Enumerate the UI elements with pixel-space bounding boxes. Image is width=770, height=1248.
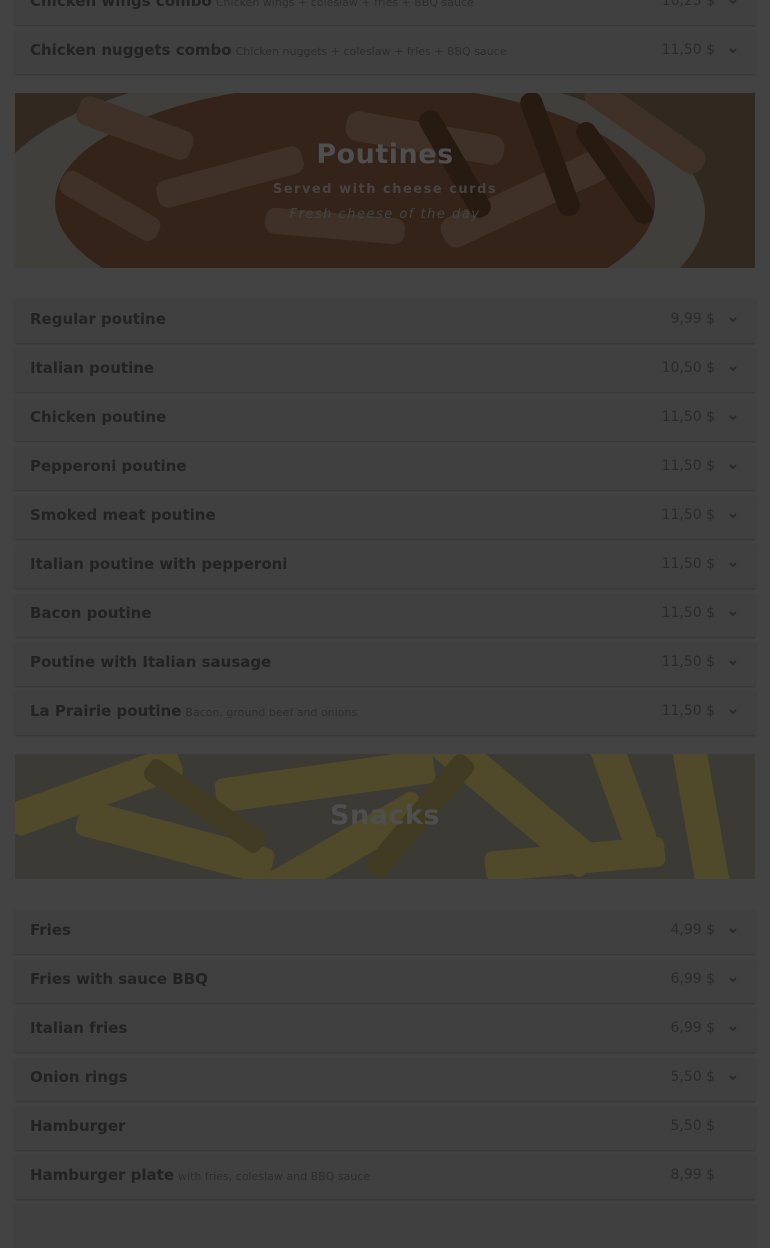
section-note: Fresh cheese of the day	[289, 207, 481, 222]
item-price: 6,99 $	[670, 971, 715, 987]
item-name: Smoked meat poutine	[30, 506, 216, 524]
menu-item-row[interactable]: Fries 4,99 $	[15, 910, 755, 954]
item-description: Bacon, ground beef and onions	[185, 706, 358, 719]
section-title: Poutines	[316, 139, 454, 170]
item-name: Pepperoni poutine	[30, 457, 187, 475]
item-price: 5,50 $	[670, 1069, 715, 1085]
chevron-down-icon[interactable]	[727, 1022, 739, 1034]
menu-item-row[interactable]: Regular poutine 9,99 $	[15, 299, 755, 343]
menu-item-row[interactable]: Fries with sauce BBQ 6,99 $	[15, 959, 755, 1003]
chevron-down-icon[interactable]	[727, 558, 739, 570]
menu-item-row[interactable]: Italian fries 6,99 $	[15, 1008, 755, 1052]
section-subtitle: Served with cheese curds	[272, 182, 498, 197]
menu-item-row[interactable]: La Prairie poutine Bacon, ground beef and…	[15, 691, 755, 735]
item-name: Regular poutine	[30, 310, 166, 328]
item-price: 11,50 $	[661, 703, 715, 719]
chevron-down-icon[interactable]	[727, 656, 739, 668]
item-price: 10,50 $	[661, 360, 715, 376]
chevron-down-icon[interactable]	[727, 411, 739, 423]
menu-item-row[interactable]: Chicken poutine 11,50 $	[15, 397, 755, 441]
item-description: with fries, coleslaw and BBQ sauce	[178, 1170, 371, 1183]
item-price: 6,99 $	[670, 1020, 715, 1036]
menu-item-row[interactable]: Hamburger plate with fries, coleslaw and …	[15, 1155, 755, 1199]
item-name: Italian poutine with pepperoni	[30, 555, 288, 573]
item-price: 11,50 $	[661, 556, 715, 572]
item-name: Italian fries	[30, 1019, 128, 1037]
item-name: Poutine with Italian sausage	[30, 653, 272, 671]
item-name: Fries with sauce BBQ	[30, 970, 208, 988]
poutines-section-banner: Poutines Served with cheese curds Fresh …	[15, 93, 755, 268]
chevron-down-icon[interactable]	[727, 705, 739, 717]
snacks-section-banner: Snacks	[15, 754, 755, 879]
item-price: 11,50 $	[661, 409, 715, 425]
item-price: 11,50 $	[661, 654, 715, 670]
item-price: 11,50 $	[661, 458, 715, 474]
chevron-down-icon[interactable]	[727, 1071, 739, 1083]
chevron-down-icon[interactable]	[727, 973, 739, 985]
item-name: Fries	[30, 921, 71, 939]
menu-item-row[interactable]: Italian poutine 10,50 $	[15, 348, 755, 392]
item-price: 4,99 $	[670, 922, 715, 938]
menu-item-row[interactable]: Smoked meat poutine 11,50 $	[15, 495, 755, 539]
menu-item-row[interactable]: Chicken wings combo Chicken wings + coles…	[15, 0, 755, 25]
chevron-down-icon[interactable]	[727, 44, 739, 56]
chevron-down-icon[interactable]	[727, 0, 739, 7]
item-name: Chicken wings combo Chicken wings + coles…	[30, 0, 474, 10]
item-price: 8,99 $	[670, 1167, 715, 1183]
item-price: 11,50 $	[661, 42, 715, 58]
item-name: Bacon poutine	[30, 604, 152, 622]
item-price: 11,50 $	[661, 605, 715, 621]
poutine-photo	[15, 93, 755, 268]
section-title: Snacks	[330, 800, 440, 831]
item-name: Hamburger	[30, 1117, 126, 1135]
menu-item-row[interactable]: Bacon poutine 11,50 $	[15, 593, 755, 637]
item-price: 5,50 $	[670, 1118, 715, 1134]
menu-item-row[interactable]: Pepperoni poutine 11,50 $	[15, 446, 755, 490]
menu-item-row[interactable]: Onion rings 5,50 $	[15, 1057, 755, 1101]
item-name: Italian poutine	[30, 359, 155, 377]
chevron-down-icon[interactable]	[727, 607, 739, 619]
item-name: Hamburger plate with fries, coleslaw and …	[30, 1166, 371, 1184]
item-name: Onion rings	[30, 1068, 128, 1086]
item-price: 16,25 $	[661, 0, 715, 9]
menu-item-row[interactable]	[15, 1204, 755, 1248]
menu-item-row[interactable]: Chicken nuggets combo Chicken nuggets + c…	[15, 30, 755, 74]
item-name: Chicken poutine	[30, 408, 167, 426]
item-price: 9,99 $	[670, 311, 715, 327]
menu-item-row[interactable]: Italian poutine with pepperoni 11,50 $	[15, 544, 755, 588]
chevron-down-icon[interactable]	[727, 924, 739, 936]
chevron-down-icon[interactable]	[727, 313, 739, 325]
item-name: Chicken nuggets combo Chicken nuggets + c…	[30, 41, 507, 59]
chevron-down-icon[interactable]	[727, 509, 739, 521]
item-price: 11,50 $	[661, 507, 715, 523]
chevron-down-icon[interactable]	[727, 460, 739, 472]
menu-item-row[interactable]: Poutine with Italian sausage 11,50 $	[15, 642, 755, 686]
item-description: Chicken nuggets + coleslaw + fries + BBQ…	[235, 45, 507, 58]
chevron-down-icon[interactable]	[727, 362, 739, 374]
item-name: La Prairie poutine Bacon, ground beef and…	[30, 702, 358, 720]
item-description: Chicken wings + coleslaw + fries + BBQ s…	[215, 0, 474, 9]
menu-item-row[interactable]: Hamburger 5,50 $	[15, 1106, 755, 1150]
